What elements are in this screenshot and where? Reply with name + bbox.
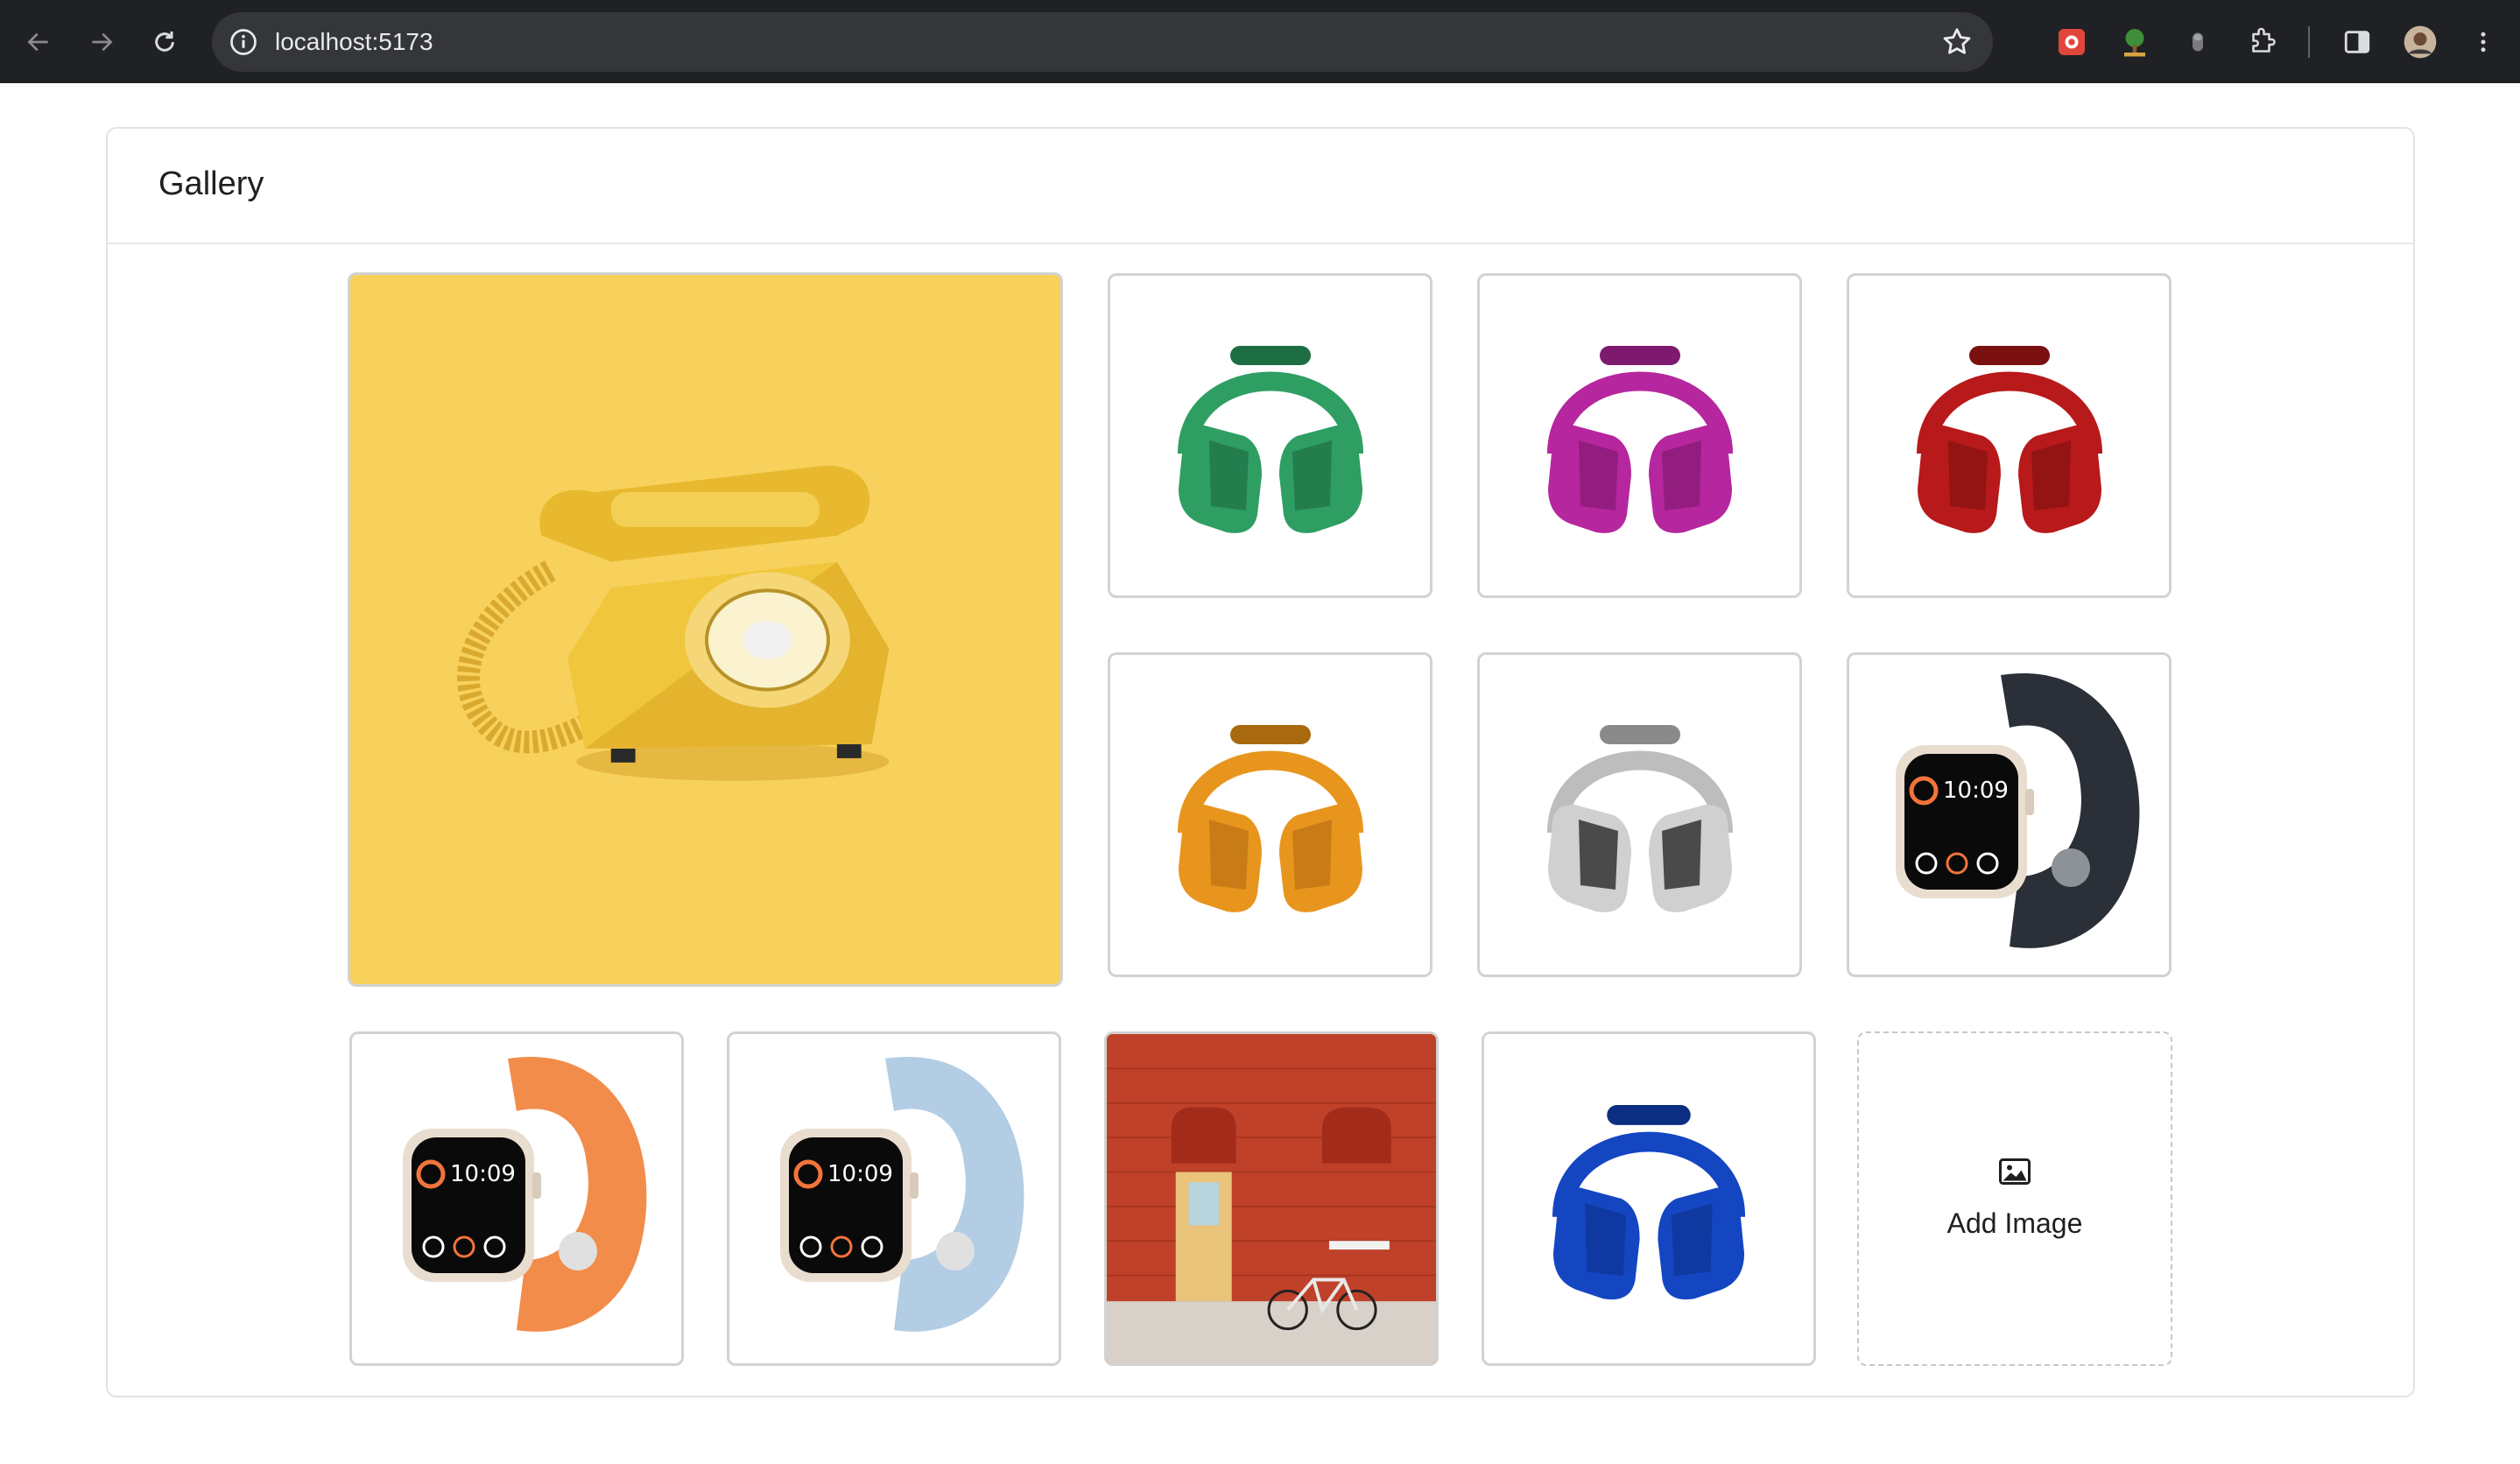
extension-tree-icon[interactable] <box>2117 25 2152 60</box>
gallery-image-headphones-blue[interactable] <box>1482 1031 1816 1366</box>
url-text: localhost:5173 <box>275 28 433 55</box>
gallery-image-headphones-magenta[interactable] <box>1477 273 1802 598</box>
site-info-icon[interactable] <box>228 26 259 58</box>
forward-icon[interactable] <box>84 25 119 60</box>
gallery-image-watch-blue[interactable]: 10:09 <box>727 1031 1061 1366</box>
gallery-image-headphones-silver[interactable] <box>1477 652 1802 977</box>
image-icon <box>1999 1158 2031 1185</box>
profile-avatar[interactable] <box>2403 25 2438 60</box>
browser-toolbar: localhost:5173 <box>0 0 2520 83</box>
svg-text:10:09: 10:09 <box>827 1161 893 1187</box>
gallery-image-headphones-red[interactable] <box>1847 273 2172 598</box>
extension-puzzle-icon[interactable] <box>2245 25 2280 60</box>
reload-icon[interactable] <box>147 25 182 60</box>
add-image-label: Add Image <box>1946 1207 2083 1239</box>
svg-text:10:09: 10:09 <box>1943 778 2009 804</box>
add-image-button[interactable]: Add Image <box>1857 1031 2172 1366</box>
toolbar-separator <box>2308 26 2310 58</box>
side-panel-icon[interactable] <box>2340 25 2375 60</box>
gallery-image-watch-orange[interactable]: 10:09 <box>349 1031 684 1366</box>
gallery-image-headphones-orange[interactable] <box>1108 652 1432 977</box>
address-bar[interactable]: localhost:5173 <box>212 12 1993 72</box>
bookmark-star-icon[interactable] <box>1940 25 1974 59</box>
back-icon[interactable] <box>21 25 56 60</box>
gallery-image-telephone[interactable] <box>348 272 1063 987</box>
gallery-image-watch-midnight[interactable]: 10:09 <box>1847 652 2172 977</box>
extension-red-icon[interactable] <box>2054 25 2089 60</box>
extension-grey-icon[interactable] <box>2180 25 2215 60</box>
svg-text:10:09: 10:09 <box>450 1161 516 1187</box>
gallery-image-headphones-green[interactable] <box>1108 273 1432 598</box>
gallery-image-red-brick-door[interactable] <box>1104 1031 1439 1366</box>
more-menu-icon[interactable] <box>2466 25 2501 60</box>
page-title: Gallery <box>158 165 264 202</box>
card-header: Gallery <box>108 129 2413 244</box>
